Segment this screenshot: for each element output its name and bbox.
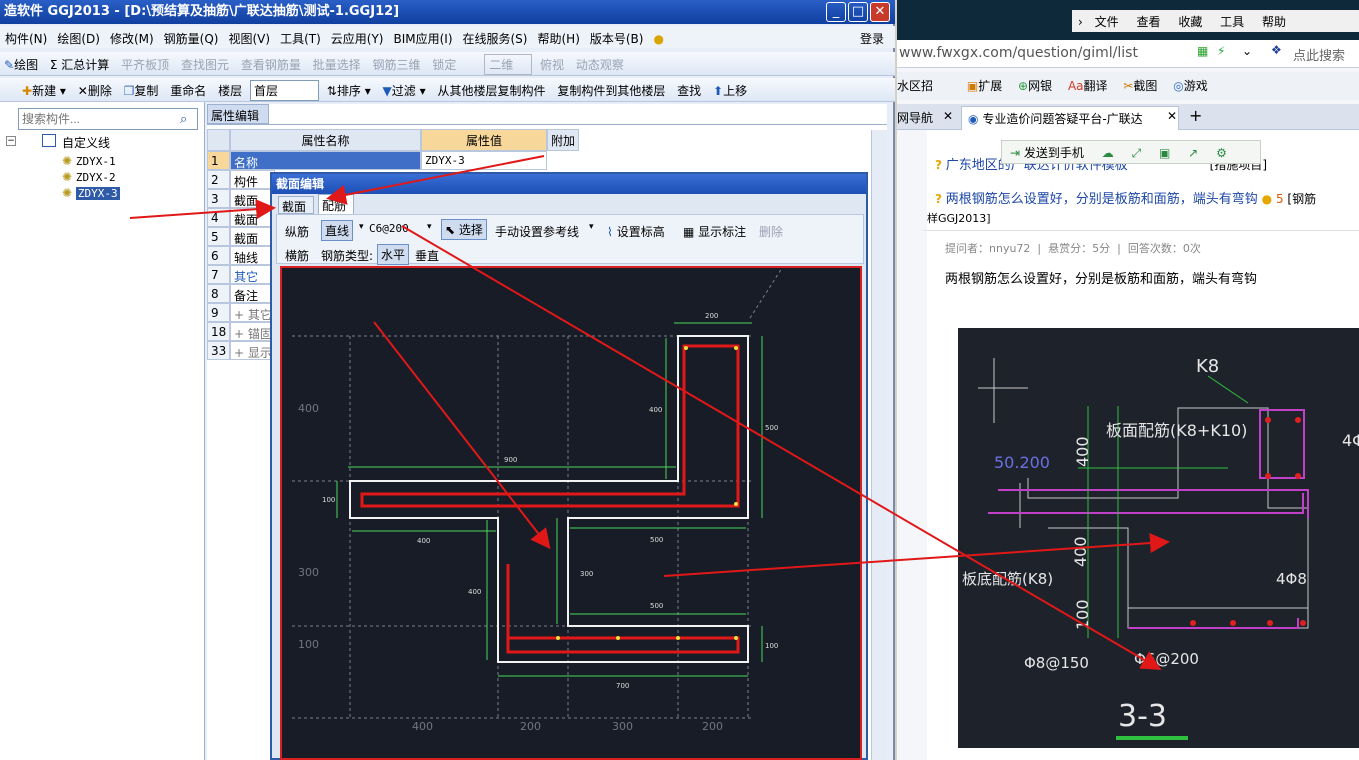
arrow [663,533,1170,577]
annotation-arrows [129,155,1170,671]
arrow [129,199,276,220]
arrow [373,321,551,550]
arrow [401,225,1162,671]
arrow [326,155,545,205]
